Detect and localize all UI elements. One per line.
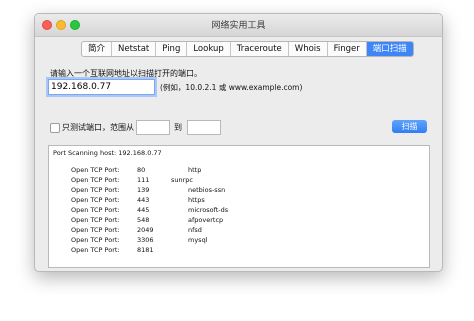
- scan-output-area[interactable]: Port Scanning host: 192.168.0.77 Open TC…: [48, 145, 430, 268]
- row-service: mysql: [188, 236, 208, 244]
- table-row: Open TCP Port: 139 netbios-ssn: [49, 186, 429, 196]
- only-test-ports-label: 只测试端口，范围从: [62, 123, 134, 132]
- tab-info[interactable]: 简介: [82, 42, 113, 56]
- row-service: sunrpc: [171, 176, 193, 184]
- row-port: 2049: [137, 226, 154, 234]
- row-label: Open TCP Port:: [71, 216, 120, 224]
- row-label: Open TCP Port:: [71, 226, 120, 234]
- table-row: Open TCP Port: 2049 nfsd: [49, 226, 429, 236]
- port-range-from-input[interactable]: [136, 120, 170, 135]
- table-row: Open TCP Port: 443 https: [49, 196, 429, 206]
- tab-whois[interactable]: Whois: [289, 42, 328, 56]
- row-service: netbios-ssn: [188, 186, 226, 194]
- row-label: Open TCP Port:: [71, 166, 120, 174]
- address-input[interactable]: 192.168.0.77: [48, 79, 155, 95]
- scan-button[interactable]: 扫描: [392, 120, 427, 133]
- row-service: https: [188, 196, 205, 204]
- output-header: Port Scanning host: 192.168.0.77: [53, 149, 162, 157]
- row-label: Open TCP Port:: [71, 236, 120, 244]
- row-service: nfsd: [188, 226, 202, 234]
- title-bar: 网络实用工具: [35, 14, 442, 37]
- address-example-hint: (例如，10.0.2.1 或 www.example.com): [160, 83, 303, 92]
- tab-ping[interactable]: Ping: [156, 42, 188, 56]
- tab-finger[interactable]: Finger: [328, 42, 367, 56]
- tab-traceroute[interactable]: Traceroute: [231, 42, 289, 56]
- port-range-to-label: 到: [174, 123, 182, 132]
- tab-bar: 简介 Netstat Ping Lookup Traceroute Whois …: [81, 41, 414, 57]
- row-service: microsoft-ds: [188, 206, 229, 214]
- only-test-ports-checkbox[interactable]: [50, 123, 60, 133]
- row-port: 80: [137, 166, 146, 174]
- row-label: Open TCP Port:: [71, 176, 120, 184]
- row-port: 548: [137, 216, 150, 224]
- network-utility-window: 网络实用工具 简介 Netstat Ping Lookup Traceroute…: [34, 13, 443, 272]
- row-label: Open TCP Port:: [71, 246, 120, 254]
- table-row: Open TCP Port: 445 microsoft-ds: [49, 206, 429, 216]
- row-port: 139: [137, 186, 150, 194]
- row-port: 445: [137, 206, 150, 214]
- table-row: Open TCP Port: 3306 mysql: [49, 236, 429, 246]
- table-row: Open TCP Port: 548 afpovertcp: [49, 216, 429, 226]
- table-row: Open TCP Port: 8181: [49, 246, 429, 256]
- row-label: Open TCP Port:: [71, 206, 120, 214]
- window-title: 网络实用工具: [211, 21, 266, 31]
- tab-port-scan[interactable]: 端口扫描: [366, 42, 413, 56]
- tab-lookup[interactable]: Lookup: [187, 42, 231, 56]
- table-row: Open TCP Port: 80 http: [49, 166, 429, 176]
- row-port: 8181: [137, 246, 154, 254]
- row-label: Open TCP Port:: [71, 186, 120, 194]
- row-port: 3306: [137, 236, 154, 244]
- table-row: Open TCP Port: 111 sunrpc: [49, 176, 429, 186]
- port-range-to-input[interactable]: [187, 120, 221, 135]
- row-label: Open TCP Port:: [71, 196, 120, 204]
- row-port: 443: [137, 196, 150, 204]
- row-service: afpovertcp: [188, 216, 224, 224]
- address-prompt: 请输入一个互联网地址以扫描打开的端口。: [50, 69, 202, 78]
- tab-netstat[interactable]: Netstat: [112, 42, 157, 56]
- row-service: http: [188, 166, 202, 174]
- row-port: 111: [137, 176, 150, 184]
